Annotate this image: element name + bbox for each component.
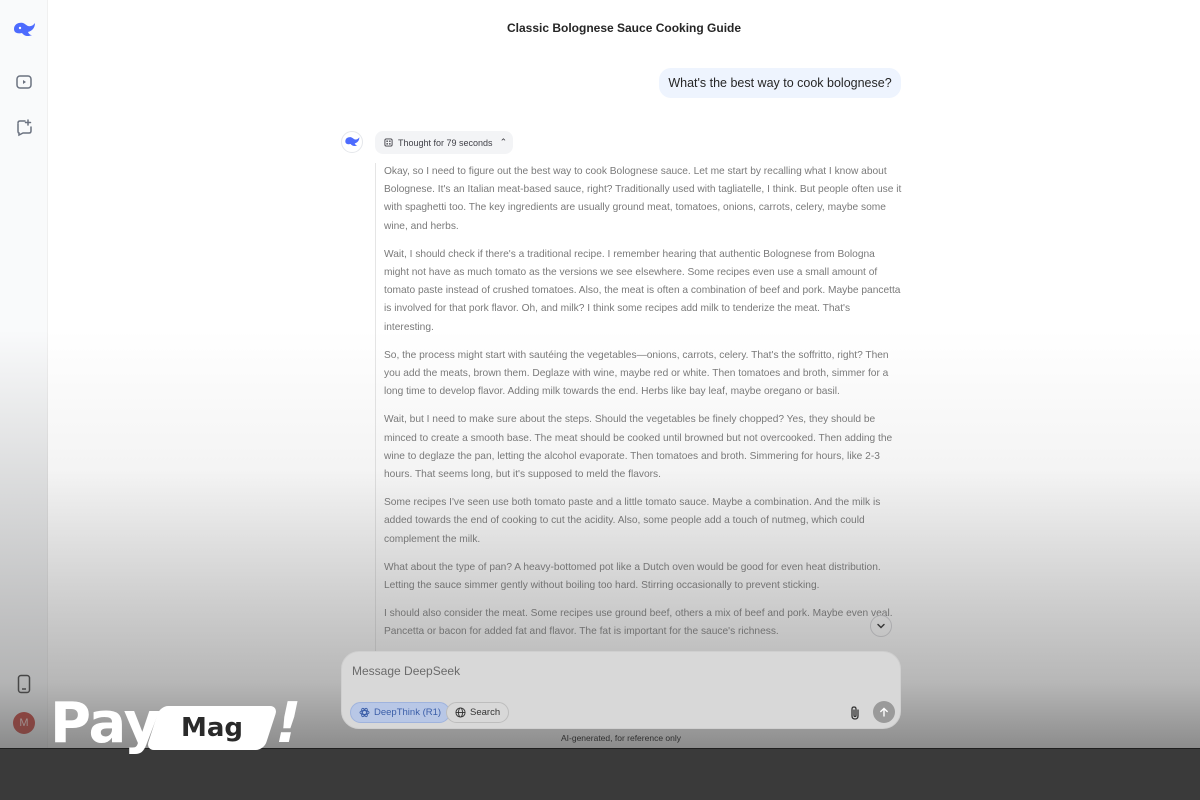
deepthink-icon: [359, 707, 370, 718]
thinking-content: Okay, so I need to figure out the best w…: [375, 163, 902, 651]
thinking-paragraph: Wait, but I need to make sure about the …: [384, 414, 893, 481]
ai-disclaimer: AI-generated, for reference only: [560, 733, 681, 743]
thinking-paragraph: What about the type of pan? A heavy-bott…: [384, 561, 881, 592]
deepthink-label: DeepThink (R1): [374, 707, 442, 718]
new-chat-icon[interactable]: [12, 116, 36, 140]
thinking-paragraph: Okay, so I need to figure out the best w…: [384, 166, 902, 232]
watermark-exclamation: !: [268, 691, 308, 756]
bottom-bar: [0, 748, 1200, 800]
assistant-avatar: [341, 131, 363, 153]
thought-toggle-button[interactable]: Thought for 79 seconds ⌃: [375, 131, 513, 154]
thinking-icon: [384, 138, 393, 147]
thinking-paragraph: Wait, I should check if there's a tradit…: [384, 248, 901, 333]
watermark-mag-box: Mag: [145, 706, 279, 750]
paperclip-icon: [851, 706, 859, 720]
message-composer: DeepThink (R1) Search: [341, 651, 901, 729]
avatar[interactable]: M: [13, 712, 35, 734]
arrow-up-icon: [880, 707, 888, 717]
search-toggle-button[interactable]: Search: [446, 702, 510, 723]
paymag-watermark-logo: Pay Mag !: [50, 682, 308, 756]
attach-file-button[interactable]: [845, 703, 865, 723]
user-message-text: What's the best way to cook bolognese?: [668, 76, 892, 90]
sidebar-rail: M: [0, 0, 48, 800]
thinking-paragraph: Some recipes I've seen use both tomato p…: [384, 497, 881, 545]
deepseek-logo-icon[interactable]: [12, 18, 36, 42]
thinking-paragraph: So, the process might start with sautéin…: [384, 349, 889, 398]
chat-title: Classic Bolognese Sauce Cooking Guide: [506, 21, 742, 35]
message-input[interactable]: [352, 662, 832, 680]
search-label: Search: [470, 707, 501, 718]
thinking-paragraph: I should also consider the meat. Some re…: [384, 608, 893, 638]
deepseek-whale-icon: [345, 137, 360, 147]
watermark-pay-text: Pay: [50, 691, 160, 756]
deepthink-toggle-button[interactable]: DeepThink (R1): [350, 702, 451, 723]
send-button[interactable]: [873, 701, 895, 723]
chevron-down-icon: [877, 623, 885, 629]
watermark-mag-text: Mag: [181, 713, 244, 743]
globe-icon: [455, 707, 466, 718]
scroll-to-bottom-button[interactable]: [870, 615, 892, 637]
sidebar-toggle-icon[interactable]: [12, 70, 36, 94]
mobile-app-icon[interactable]: [12, 672, 36, 696]
chevron-up-icon: ⌃: [499, 137, 508, 147]
user-message-bubble: What's the best way to cook bolognese?: [659, 68, 901, 98]
thought-label: Thought for 79 seconds: [398, 137, 493, 148]
